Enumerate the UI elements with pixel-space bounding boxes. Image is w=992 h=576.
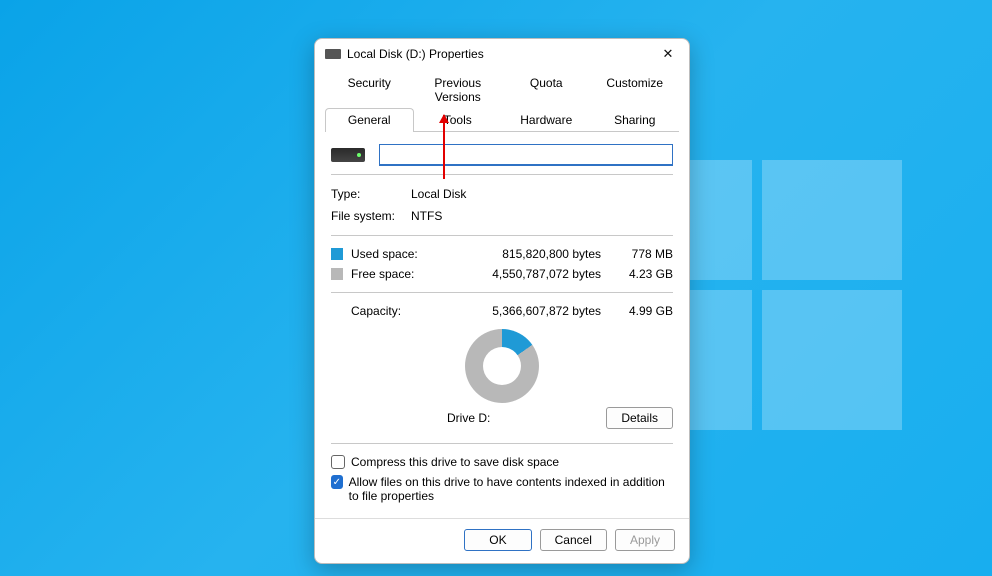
capacity-label: Capacity: bbox=[351, 304, 437, 318]
tab-customize[interactable]: Customize bbox=[591, 71, 680, 108]
free-color-swatch bbox=[331, 268, 343, 280]
ok-button[interactable]: OK bbox=[464, 529, 531, 551]
window-title: Local Disk (D:) Properties bbox=[347, 47, 484, 61]
used-space-label: Used space: bbox=[351, 247, 437, 261]
drive-icon bbox=[325, 49, 341, 59]
annotation-arrow-icon bbox=[443, 115, 445, 179]
drive-glyph-icon bbox=[331, 148, 365, 162]
free-space-label: Free space: bbox=[351, 267, 437, 281]
properties-dialog: Local Disk (D:) Properties ✕ Security Pr… bbox=[314, 38, 690, 564]
titlebar: Local Disk (D:) Properties ✕ bbox=[315, 39, 689, 69]
capacity-human: 4.99 GB bbox=[619, 304, 673, 318]
used-space-bytes: 815,820,800 bytes bbox=[437, 247, 619, 261]
apply-button[interactable]: Apply bbox=[615, 529, 675, 551]
usage-pie-chart bbox=[465, 329, 539, 403]
tab-sharing[interactable]: Sharing bbox=[591, 108, 680, 131]
details-button[interactable]: Details bbox=[606, 407, 673, 429]
compress-checkbox-label: Compress this drive to save disk space bbox=[351, 455, 559, 469]
tab-strip: Security Previous Versions Quota Customi… bbox=[325, 71, 679, 132]
tab-quota[interactable]: Quota bbox=[502, 71, 591, 108]
volume-label-input[interactable] bbox=[379, 144, 673, 166]
filesystem-label: File system: bbox=[331, 209, 411, 223]
filesystem-value: NTFS bbox=[411, 209, 442, 223]
tab-hardware[interactable]: Hardware bbox=[502, 108, 591, 131]
type-label: Type: bbox=[331, 187, 411, 201]
capacity-bytes: 5,366,607,872 bytes bbox=[437, 304, 619, 318]
free-space-bytes: 4,550,787,072 bytes bbox=[437, 267, 619, 281]
drive-letter-label: Drive D: bbox=[331, 411, 606, 425]
index-checkbox-label: Allow files on this drive to have conten… bbox=[349, 475, 673, 503]
used-color-swatch bbox=[331, 248, 343, 260]
tab-content-general: Type: Local Disk File system: NTFS Used … bbox=[315, 132, 689, 506]
tab-security[interactable]: Security bbox=[325, 71, 414, 108]
type-value: Local Disk bbox=[411, 187, 466, 201]
cancel-button[interactable]: Cancel bbox=[540, 529, 607, 551]
tab-tools[interactable]: Tools bbox=[414, 108, 503, 131]
free-space-human: 4.23 GB bbox=[619, 267, 673, 281]
used-space-human: 778 MB bbox=[619, 247, 673, 261]
compress-checkbox[interactable] bbox=[331, 455, 345, 469]
index-checkbox[interactable]: ✓ bbox=[331, 475, 343, 489]
tab-general[interactable]: General bbox=[325, 108, 414, 132]
tab-previous-versions[interactable]: Previous Versions bbox=[414, 71, 503, 108]
close-button[interactable]: ✕ bbox=[655, 41, 681, 67]
